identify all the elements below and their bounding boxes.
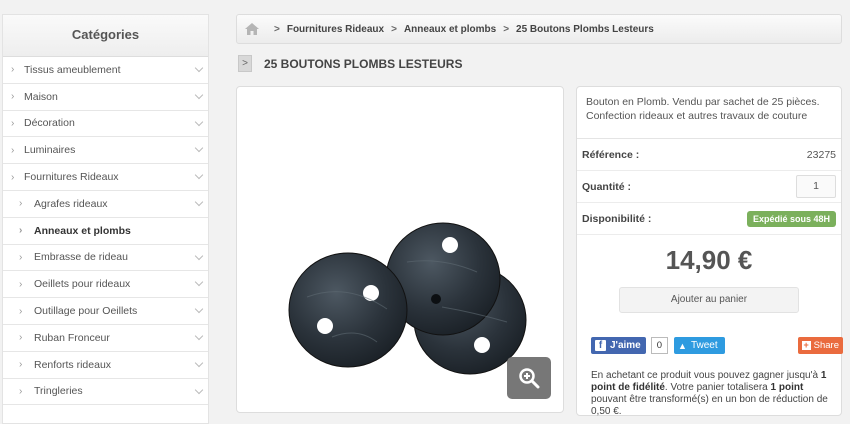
sidebar-item-label: Tissus ameublement [24,63,121,76]
chevron-down-icon[interactable] [194,385,204,394]
reference-value: 23275 [806,148,836,161]
sidebar-item-label: Décoration [24,117,75,130]
chevron-right-icon: › [19,198,23,210]
product-info-box: Bouton en Plomb. Vendu par sachet de 25 … [576,86,843,418]
tweet-label: Tweet [690,340,718,351]
loyalty-text-part: . Votre panier totalisera [664,382,771,393]
sidebar-item-label: Anneaux et plombs [34,224,131,237]
social-buttons: f J'aime 0 ▲ Tweet + Share [591,337,843,354]
chevron-right-icon: > [238,55,252,72]
reference-label: Référence : [582,148,640,161]
product-image-box [236,86,564,413]
page-title: 25 BOUTONS PLOMBS LESTEURS [264,56,463,71]
sidebar-item-label: Tringleries [34,385,83,398]
sidebar-item-maison[interactable]: › Maison [3,84,208,111]
tweet-button[interactable]: ▲ Tweet [674,337,725,354]
home-icon[interactable] [245,23,259,35]
chevron-right-icon: › [11,171,15,183]
facebook-like-count: 0 [650,337,669,354]
chevron-right-icon: › [19,359,23,371]
twitter-icon: ▲ [678,340,687,351]
sidebar-item-outillage-pour-oeillets[interactable]: › Outillage pour Oeillets [3,298,208,325]
chevron-right-icon: › [19,251,23,263]
breadcrumb-item-current: 25 Boutons Plombs Lesteurs [516,23,654,35]
sidebar-item-agrafes-rideaux[interactable]: › Agrafes rideaux [3,191,208,218]
loyalty-text-part: pouvant être transformé(s) en un bon de … [591,394,828,417]
sidebar-item-anneaux-et-plombs[interactable]: › Anneaux et plombs [3,218,208,245]
sidebar-item-label: Oeillets pour rideaux [34,278,131,291]
chevron-down-icon[interactable] [194,331,204,341]
sidebar-item-tissus-ameublement[interactable]: › Tissus ameublement [3,57,208,84]
sidebar-item-label: Maison [24,90,58,103]
breadcrumb-item-anneaux[interactable]: Anneaux et plombs [404,24,496,35]
chevron-right-icon: › [19,225,23,237]
loyalty-text: En achetant ce produit vous pouvez gagne… [591,370,841,418]
availability-row: Disponibilité : Expédié sous 48H [577,203,841,235]
sidebar-item-label: Fournitures Rideaux [24,171,119,184]
quantity-label: Quantité : [582,180,631,193]
product-price: 14,90 € [665,245,753,275]
sidebar-item-label: Embrasse de rideau [34,251,128,264]
sidebar-item-decoration[interactable]: › Décoration [3,111,208,138]
chevron-right-icon: › [19,305,23,317]
plus-icon: + [801,340,811,350]
facebook-like-button[interactable]: f J'aime [591,337,646,354]
availability-label: Disponibilité : [582,212,652,225]
cart-points: 1 point [770,382,804,393]
add-to-cart-button[interactable]: Ajouter au panier [619,287,799,313]
chevron-down-icon[interactable] [194,358,204,368]
chevron-down-icon[interactable] [194,170,204,180]
breadcrumb: > Fournitures Rideaux > Anneaux et plomb… [236,14,842,44]
availability-badge: Expédié sous 48H [746,210,836,227]
reference-row: Référence : 23275 [577,139,841,171]
chevron-down-icon[interactable] [194,117,204,126]
facebook-like-label: J'aime [610,340,641,351]
sidebar-title: Catégories [3,15,208,57]
sidebar-item-oeillets-pour-rideaux[interactable]: › Oeillets pour rideaux [3,271,208,299]
chevron-down-icon[interactable] [194,278,204,287]
sidebar-item-fournitures-rideaux[interactable]: › Fournitures Rideaux [3,164,208,191]
chevron-right-icon: › [11,64,15,76]
chevron-down-icon[interactable] [194,197,204,207]
chevron-right-icon: › [11,117,15,129]
share-label: Share [813,340,839,351]
share-button[interactable]: + Share [797,337,843,354]
chevron-down-icon[interactable] [194,90,204,100]
chevron-right-icon: › [19,332,23,344]
sidebar-item-tringleries[interactable]: › Tringleries [3,379,208,406]
sidebar-item-ruban-fronceur[interactable]: › Ruban Fronceur [3,325,208,352]
chevron-down-icon[interactable] [194,63,204,73]
chevron-right-icon: › [11,91,15,103]
product-description: Bouton en Plomb. Vendu par sachet de 25 … [577,87,841,139]
chevron-down-icon[interactable] [194,251,204,260]
category-sidebar: Catégories › Tissus ameublement › Maison › Dé… [2,14,209,424]
breadcrumb-item-fournitures[interactable]: Fournitures Rideaux [287,24,384,35]
chevron-right-icon: › [19,278,23,290]
page-title-row: > 25 BOUTONS PLOMBS LESTEURS [238,55,462,72]
breadcrumb-separator: > [274,23,280,35]
sidebar-item-label: Agrafes rideaux [34,197,108,210]
chevron-down-icon[interactable] [194,144,204,153]
category-list: › Tissus ameublement › Maison › Décoration › Lu… [3,57,208,406]
zoom-button[interactable] [507,357,551,399]
sidebar-item-label: Outillage pour Oeillets [34,305,138,318]
chevron-right-icon: › [11,144,15,156]
sidebar-item-luminaires[interactable]: › Luminaires [3,137,208,165]
chevron-down-icon[interactable] [194,304,204,314]
loyalty-text-part: En achetant ce produit vous pouvez gagne… [591,370,821,381]
sidebar-item-label: Renforts rideaux [34,358,112,371]
quantity-row: Quantité : 1 [577,171,841,203]
facebook-icon: f [595,340,606,351]
magnifier-icon [519,368,540,389]
breadcrumb-separator: > [391,23,397,35]
sidebar-item-renforts-rideaux[interactable]: › Renforts rideaux [3,352,208,379]
sidebar-item-label: Ruban Fronceur [34,331,110,344]
chevron-right-icon: › [19,385,23,397]
sidebar-item-embrasse-de-rideau[interactable]: › Embrasse de rideau [3,245,208,272]
quantity-input[interactable]: 1 [796,175,836,198]
breadcrumb-separator: > [503,23,510,35]
sidebar-item-label: Luminaires [24,144,76,157]
